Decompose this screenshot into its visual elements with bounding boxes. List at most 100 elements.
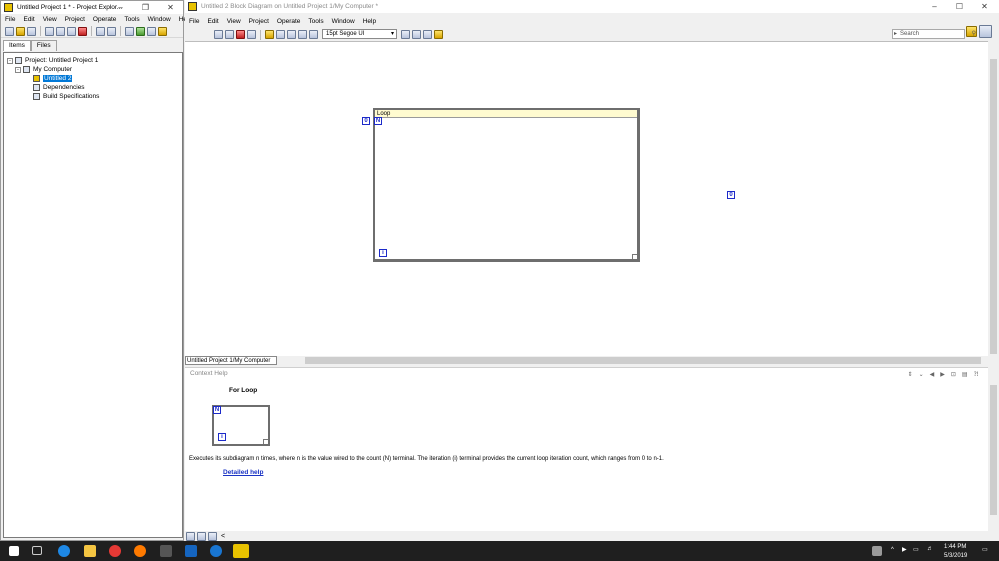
photos-icon[interactable] bbox=[185, 545, 197, 557]
count-terminal[interactable]: N bbox=[374, 117, 382, 125]
edge-icon[interactable] bbox=[58, 545, 70, 557]
detailed-help-link[interactable]: Detailed help bbox=[223, 469, 263, 476]
menu-help[interactable]: Help bbox=[363, 18, 376, 25]
tree-item-project[interactable]: - Project: Untitled Project 1 bbox=[7, 56, 98, 65]
tab-files[interactable]: Files bbox=[30, 40, 57, 51]
firefox-icon[interactable] bbox=[134, 545, 146, 557]
block-diagram-titlebar[interactable]: Untitled 2 Block Diagram on Untitled Pro… bbox=[185, 0, 999, 13]
lock-icon[interactable] bbox=[197, 532, 206, 541]
highlight-execution-icon[interactable] bbox=[265, 30, 274, 39]
deploy-icon[interactable] bbox=[107, 26, 116, 36]
view-options-icon[interactable] bbox=[125, 26, 134, 36]
tray-chevron-icon[interactable]: ^ bbox=[891, 547, 894, 553]
step-over-icon[interactable] bbox=[298, 30, 307, 39]
loop-label[interactable]: Loop bbox=[375, 110, 637, 118]
tree-item-dependencies[interactable]: Dependencies bbox=[33, 83, 85, 92]
detail-icon[interactable]: ▤ bbox=[962, 371, 968, 378]
minimize-icon[interactable]: – bbox=[922, 0, 947, 13]
collapse-toggle-icon[interactable]: - bbox=[15, 66, 21, 73]
scroll-thumb[interactable] bbox=[990, 385, 997, 515]
forward-icon[interactable]: ▶ bbox=[940, 371, 945, 378]
menu-tools[interactable]: Tools bbox=[308, 18, 323, 25]
hide-optional-icon[interactable] bbox=[186, 532, 195, 541]
for-loop-structure[interactable]: Loop N i bbox=[373, 108, 640, 262]
distribute-objects-icon[interactable] bbox=[412, 30, 421, 39]
notifications-icon[interactable]: ▭ bbox=[982, 546, 988, 553]
constant-terminal[interactable]: 0 bbox=[727, 191, 735, 199]
volume-icon[interactable]: ♬ bbox=[927, 546, 933, 552]
restore-icon[interactable]: ❐ bbox=[133, 1, 158, 14]
cut-icon[interactable] bbox=[45, 26, 54, 36]
open-icon[interactable] bbox=[16, 26, 25, 36]
menu-project[interactable]: Project bbox=[249, 18, 269, 25]
search-icon[interactable]: ⚲ bbox=[972, 30, 976, 39]
run-icon[interactable] bbox=[214, 30, 223, 39]
maps-icon[interactable] bbox=[210, 545, 222, 557]
tree-item-build-specifications[interactable]: Build Specifications bbox=[33, 92, 99, 101]
diagram-vertical-scrollbar[interactable] bbox=[988, 41, 999, 366]
menu-window[interactable]: Window bbox=[332, 18, 355, 25]
scroll-left-icon[interactable]: < bbox=[221, 533, 225, 540]
maximize-icon[interactable]: ☐ bbox=[947, 0, 972, 13]
pause-icon[interactable] bbox=[247, 30, 256, 39]
file-explorer-icon[interactable] bbox=[84, 545, 96, 557]
back-icon[interactable]: ◀ bbox=[930, 371, 935, 378]
ni-tray-icon[interactable] bbox=[872, 546, 882, 556]
expand-icon[interactable] bbox=[136, 26, 145, 36]
build-icon[interactable] bbox=[96, 26, 105, 36]
menu-file[interactable]: File bbox=[5, 16, 15, 23]
windows-start-icon[interactable] bbox=[9, 546, 19, 556]
new-icon[interactable] bbox=[5, 26, 14, 36]
menu-edit[interactable]: Edit bbox=[23, 16, 34, 23]
menu-operate[interactable]: Operate bbox=[93, 16, 117, 23]
warning-icon[interactable] bbox=[158, 26, 167, 36]
close-icon[interactable]: ✕ bbox=[972, 0, 997, 13]
labview-taskbar-icon[interactable] bbox=[233, 544, 249, 558]
step-into-icon[interactable] bbox=[287, 30, 296, 39]
loop-count-constant[interactable]: 0 bbox=[362, 117, 370, 125]
vi-connector-icon[interactable] bbox=[979, 25, 992, 38]
step-out-icon[interactable] bbox=[309, 30, 318, 39]
cleanup-diagram-icon[interactable] bbox=[434, 30, 443, 39]
lock-icon[interactable]: ⊡ bbox=[951, 371, 956, 378]
clock-time[interactable]: 1:44 PM bbox=[944, 544, 966, 550]
run-continuously-icon[interactable] bbox=[225, 30, 234, 39]
menu-file[interactable]: File bbox=[189, 18, 199, 25]
retain-wire-values-icon[interactable] bbox=[276, 30, 285, 39]
help-icon[interactable]: ⁈ bbox=[974, 371, 978, 378]
task-view-icon[interactable] bbox=[32, 546, 42, 555]
chrome-icon[interactable] bbox=[109, 545, 121, 557]
calculator-icon[interactable] bbox=[160, 545, 172, 557]
font-select[interactable]: 15pt Segoe UI ▾ bbox=[322, 29, 397, 39]
collapse-icon[interactable] bbox=[147, 26, 156, 36]
menu-operate[interactable]: Operate bbox=[277, 18, 301, 25]
abort-icon[interactable] bbox=[236, 30, 245, 39]
chevron-down-icon[interactable]: ⌄ bbox=[919, 371, 924, 378]
copy-icon[interactable] bbox=[56, 26, 65, 36]
menu-project[interactable]: Project bbox=[65, 16, 85, 23]
align-objects-icon[interactable] bbox=[401, 30, 410, 39]
menu-window[interactable]: Window bbox=[148, 16, 171, 23]
reorder-icon[interactable] bbox=[423, 30, 432, 39]
save-all-icon[interactable] bbox=[27, 26, 36, 36]
menu-edit[interactable]: Edit bbox=[207, 18, 218, 25]
pin-icon[interactable]: ⇕ bbox=[908, 371, 913, 378]
minimize-icon[interactable]: – bbox=[108, 1, 133, 14]
battery-icon[interactable]: ▭ bbox=[913, 546, 919, 553]
delete-icon[interactable] bbox=[78, 26, 87, 36]
network-icon[interactable]: ▶ bbox=[902, 546, 907, 553]
scroll-thumb[interactable] bbox=[990, 59, 997, 354]
tree-item-untitled-2[interactable]: Untitled 2 bbox=[33, 74, 73, 83]
diagram-horizontal-scrollbar[interactable] bbox=[277, 356, 988, 365]
collapse-toggle-icon[interactable]: - bbox=[7, 57, 13, 64]
menu-view[interactable]: View bbox=[227, 18, 241, 25]
clock-date[interactable]: 5/3/2019 bbox=[944, 553, 967, 559]
tree-item-my-computer[interactable]: - My Computer bbox=[15, 65, 72, 74]
paste-icon[interactable] bbox=[67, 26, 76, 36]
resize-handle-icon[interactable] bbox=[632, 254, 637, 259]
menu-tools[interactable]: Tools bbox=[124, 16, 139, 23]
context-help-scrollbar[interactable] bbox=[988, 367, 999, 531]
search-input[interactable]: ▸ Search ⚲ bbox=[892, 29, 976, 39]
tab-items[interactable]: Items bbox=[3, 40, 31, 51]
close-icon[interactable]: ✕ bbox=[158, 1, 183, 14]
